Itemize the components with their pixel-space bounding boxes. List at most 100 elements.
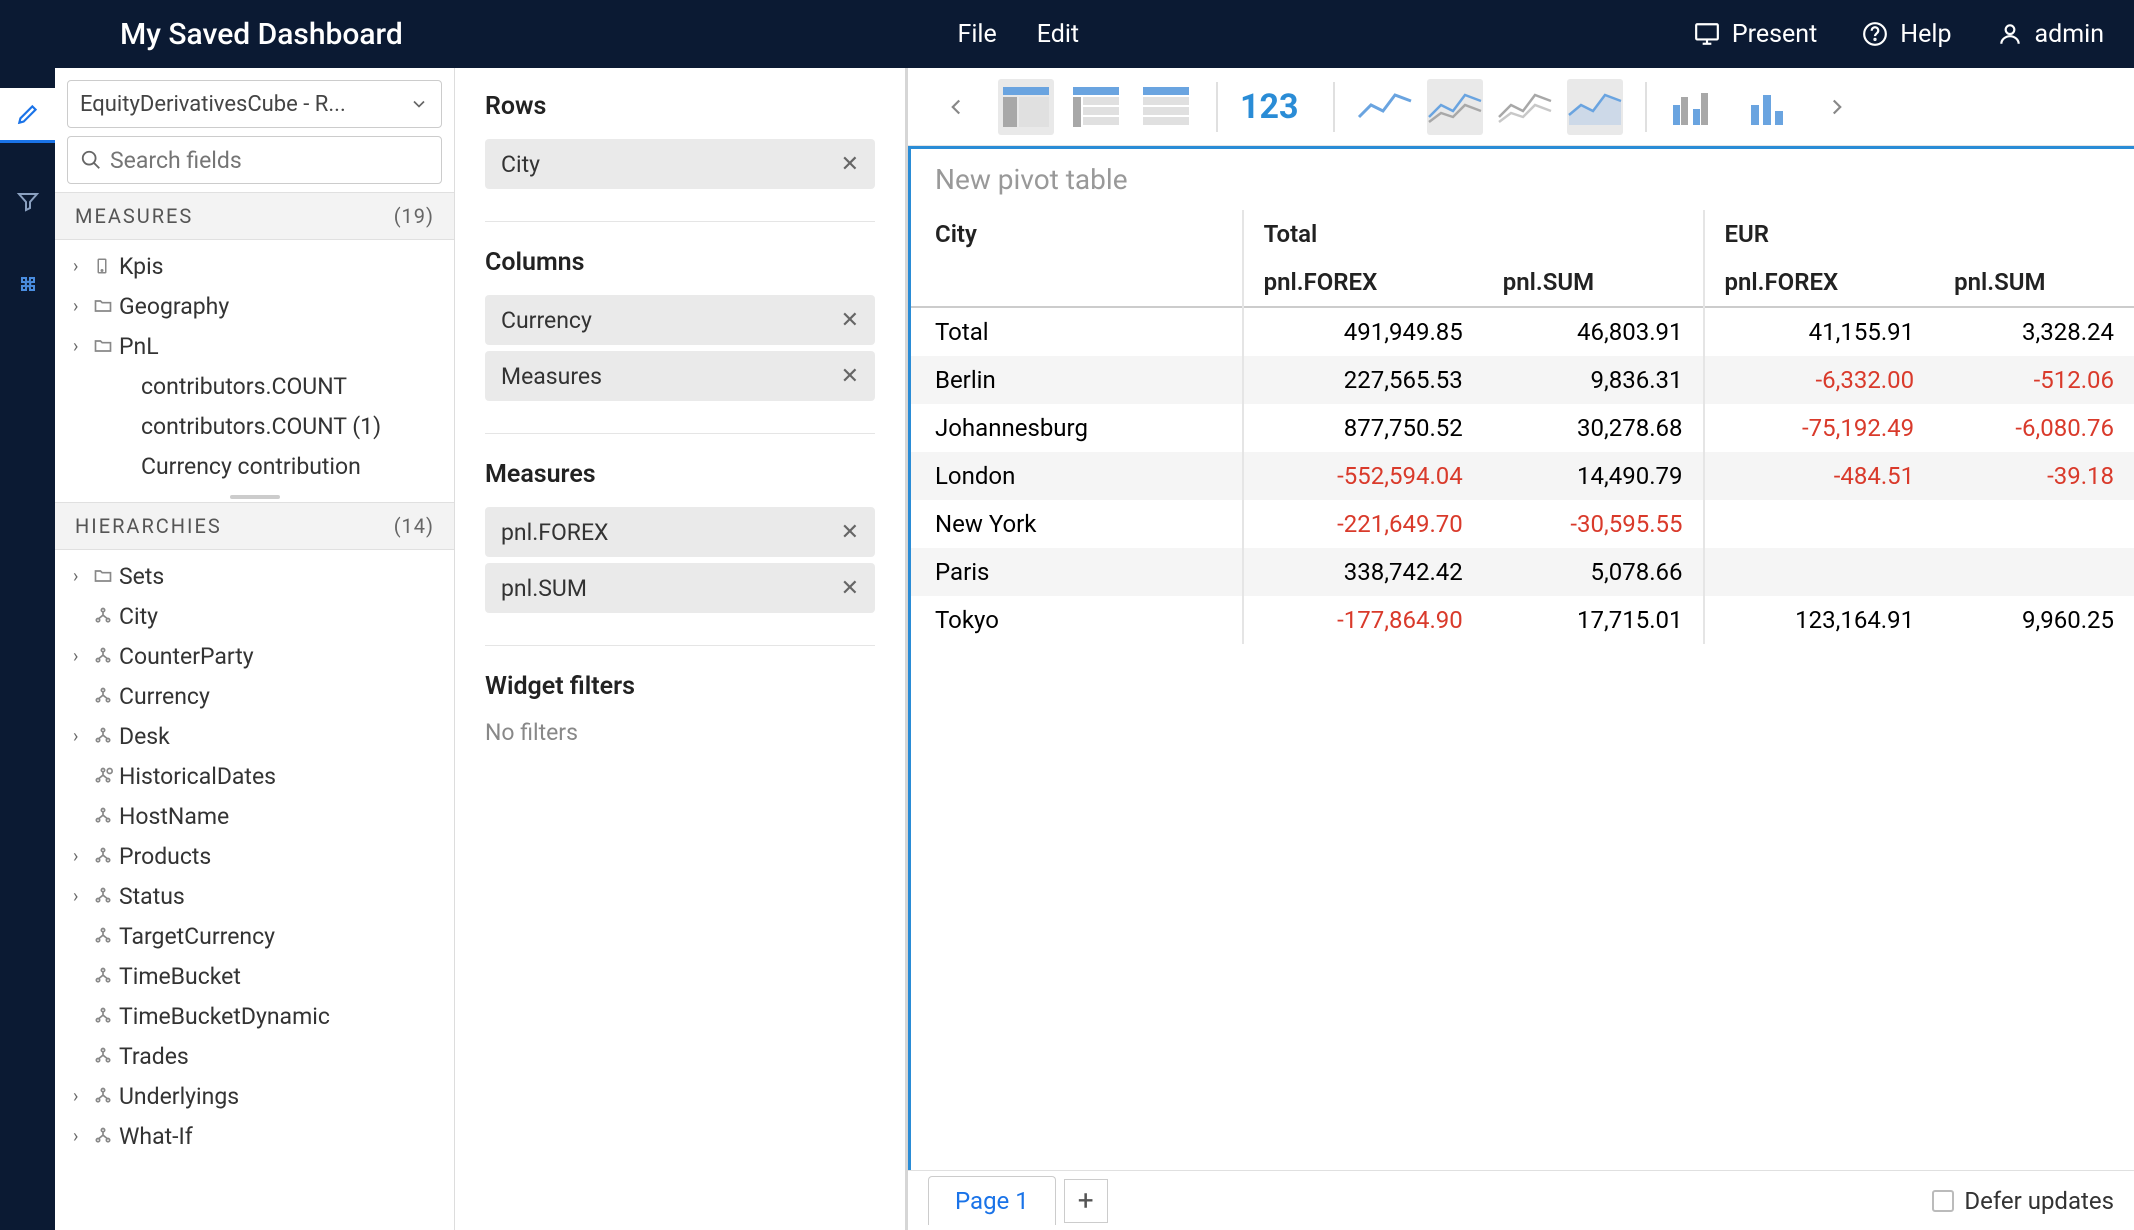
- columns-chip[interactable]: Measures✕: [485, 351, 875, 401]
- rail-plugin-button[interactable]: [0, 258, 55, 313]
- toolbar-prev-button[interactable]: [928, 79, 984, 135]
- hierarchies-header-label: HIERARCHIES: [75, 514, 222, 538]
- rail-filter-button[interactable]: [0, 173, 55, 228]
- row-label-cell: Berlin: [911, 356, 1243, 404]
- chip-remove-button[interactable]: ✕: [841, 364, 859, 389]
- tree-item[interactable]: ›CounterParty: [55, 636, 454, 676]
- table-row[interactable]: Paris338,742.425,078.66: [911, 548, 2134, 596]
- toolbar-table-button[interactable]: [1138, 79, 1194, 135]
- folder-icon: [93, 336, 119, 356]
- tree-item-label: CounterParty: [119, 643, 254, 670]
- data-cell: 3,328.24: [1934, 307, 2134, 356]
- toolbar-area-chart-button[interactable]: [1497, 79, 1553, 135]
- tree-item[interactable]: ›Desk: [55, 716, 454, 756]
- data-cell: 14,490.79: [1483, 452, 1704, 500]
- chip-remove-button[interactable]: ✕: [841, 576, 859, 601]
- tree-item[interactable]: Currency contribution: [55, 446, 454, 486]
- tree-item[interactable]: TargetCurrency: [55, 916, 454, 956]
- toolbar-next-button[interactable]: [1809, 79, 1865, 135]
- table-row[interactable]: Berlin227,565.539,836.31-6,332.00-512.06: [911, 356, 2134, 404]
- pivot-table-icon: [1003, 87, 1049, 127]
- toolbar-grouped-bar-button[interactable]: [1669, 79, 1725, 135]
- defer-checkbox[interactable]: [1932, 1190, 1954, 1212]
- toolbar-bar-chart-button[interactable]: [1739, 79, 1795, 135]
- pivot-row-header[interactable]: City: [911, 210, 1243, 258]
- rows-chip[interactable]: City✕: [485, 139, 875, 189]
- data-cell: -484.51: [1704, 452, 1935, 500]
- columns-chip[interactable]: Currency✕: [485, 295, 875, 345]
- tree-item[interactable]: ›Geography: [55, 286, 454, 326]
- tree-item[interactable]: ›Kpis: [55, 246, 454, 286]
- user-menu[interactable]: admin: [1997, 20, 2105, 49]
- chevron-right-icon: ›: [73, 566, 93, 587]
- tree-item[interactable]: Trades: [55, 1036, 454, 1076]
- defer-updates-toggle[interactable]: Defer updates: [1932, 1187, 2114, 1215]
- tree-item[interactable]: ›Underlyings: [55, 1076, 454, 1116]
- pivot-subcol[interactable]: pnl.SUM: [1934, 258, 2134, 307]
- measures-chip[interactable]: pnl.SUM ✕: [485, 563, 875, 613]
- data-cell: -6,332.00: [1704, 356, 1935, 404]
- help-button[interactable]: Help: [1862, 20, 1951, 49]
- table-row[interactable]: Johannesburg877,750.5230,278.68-75,192.4…: [911, 404, 2134, 452]
- pivot-subcol[interactable]: pnl.SUM: [1483, 258, 1704, 307]
- tree-item[interactable]: ›Sets: [55, 556, 454, 596]
- filled-area-icon: [1567, 87, 1623, 127]
- add-page-button[interactable]: +: [1064, 1179, 1108, 1223]
- page-tab[interactable]: Page 1: [928, 1176, 1056, 1225]
- tree-item[interactable]: HostName: [55, 796, 454, 836]
- data-cell: 123,164.91: [1704, 596, 1935, 644]
- hierarchies-header[interactable]: HIERARCHIES (14): [55, 502, 454, 550]
- pivot-subcol[interactable]: pnl.FOREX: [1243, 258, 1483, 307]
- bar-chart-icon: [1747, 87, 1787, 127]
- pivot-widget[interactable]: New pivot table City Total EUR pnl.FOREX…: [908, 146, 2134, 1170]
- cube-selector[interactable]: EquityDerivativesCube - R...: [67, 80, 442, 128]
- tree-item[interactable]: TimeBucketDynamic: [55, 996, 454, 1036]
- row-label-cell: Tokyo: [911, 596, 1243, 644]
- present-button[interactable]: Present: [1694, 20, 1817, 49]
- toolbar-tree-table-button[interactable]: [1068, 79, 1124, 135]
- table-row[interactable]: Total491,949.8546,803.9141,155.913,328.2…: [911, 307, 2134, 356]
- tree-item[interactable]: HistoricalDates: [55, 756, 454, 796]
- hier-icon: [93, 1046, 119, 1066]
- pivot-col-group[interactable]: EUR: [1704, 210, 2134, 258]
- pivot-col-group[interactable]: Total: [1243, 210, 1704, 258]
- chip-remove-button[interactable]: ✕: [841, 308, 859, 333]
- rail-edit-button[interactable]: [0, 88, 55, 143]
- tree-item[interactable]: contributors.COUNT (1): [55, 406, 454, 446]
- table-row[interactable]: Tokyo-177,864.9017,715.01123,164.919,960…: [911, 596, 2134, 644]
- measures-header[interactable]: MEASURES (19): [55, 192, 454, 240]
- pivot-subcol[interactable]: pnl.FOREX: [1704, 258, 1935, 307]
- tree-item[interactable]: contributors.COUNT: [55, 366, 454, 406]
- chevron-right-icon: ›: [73, 1126, 93, 1147]
- tree-item[interactable]: ›Products: [55, 836, 454, 876]
- panel-resize-handle[interactable]: [55, 492, 454, 502]
- widget-panel: 123 New: [905, 68, 2134, 1230]
- measures-chip[interactable]: pnl.FOREX✕: [485, 507, 875, 557]
- tree-item[interactable]: TimeBucket: [55, 956, 454, 996]
- chip-remove-button[interactable]: ✕: [841, 152, 859, 177]
- search-fields-box[interactable]: [67, 136, 442, 184]
- dashboard-title: My Saved Dashboard: [0, 17, 403, 52]
- menu-file[interactable]: File: [958, 20, 997, 49]
- toolbar-pivot-table-button[interactable]: [998, 79, 1054, 135]
- tree-item[interactable]: Currency: [55, 676, 454, 716]
- top-bar: My Saved Dashboard File Edit Present Hel…: [0, 0, 2134, 68]
- search-input[interactable]: [110, 147, 429, 174]
- device-icon: [93, 256, 119, 276]
- tree-item[interactable]: ›What-If: [55, 1116, 454, 1156]
- chevron-left-icon: [943, 94, 969, 120]
- chevron-right-icon: ›: [73, 846, 93, 867]
- chip-remove-button[interactable]: ✕: [841, 520, 859, 545]
- menu-edit[interactable]: Edit: [1037, 20, 1079, 49]
- toolbar-multi-line-button[interactable]: [1427, 79, 1483, 135]
- fields-panel: EquityDerivativesCube - R... MEASURES (1…: [55, 68, 455, 1230]
- tree-item[interactable]: ›Status: [55, 876, 454, 916]
- toolbar-line-chart-button[interactable]: [1357, 79, 1413, 135]
- tree-item[interactable]: City: [55, 596, 454, 636]
- toolbar-filled-area-button[interactable]: [1567, 79, 1623, 135]
- table-row[interactable]: New York-221,649.70-30,595.55: [911, 500, 2134, 548]
- tree-item[interactable]: ›PnL: [55, 326, 454, 366]
- table-row[interactable]: London-552,594.0414,490.79-484.51-39.18: [911, 452, 2134, 500]
- chip-label: pnl.SUM: [501, 575, 587, 602]
- toolbar-number-button[interactable]: 123: [1240, 87, 1299, 127]
